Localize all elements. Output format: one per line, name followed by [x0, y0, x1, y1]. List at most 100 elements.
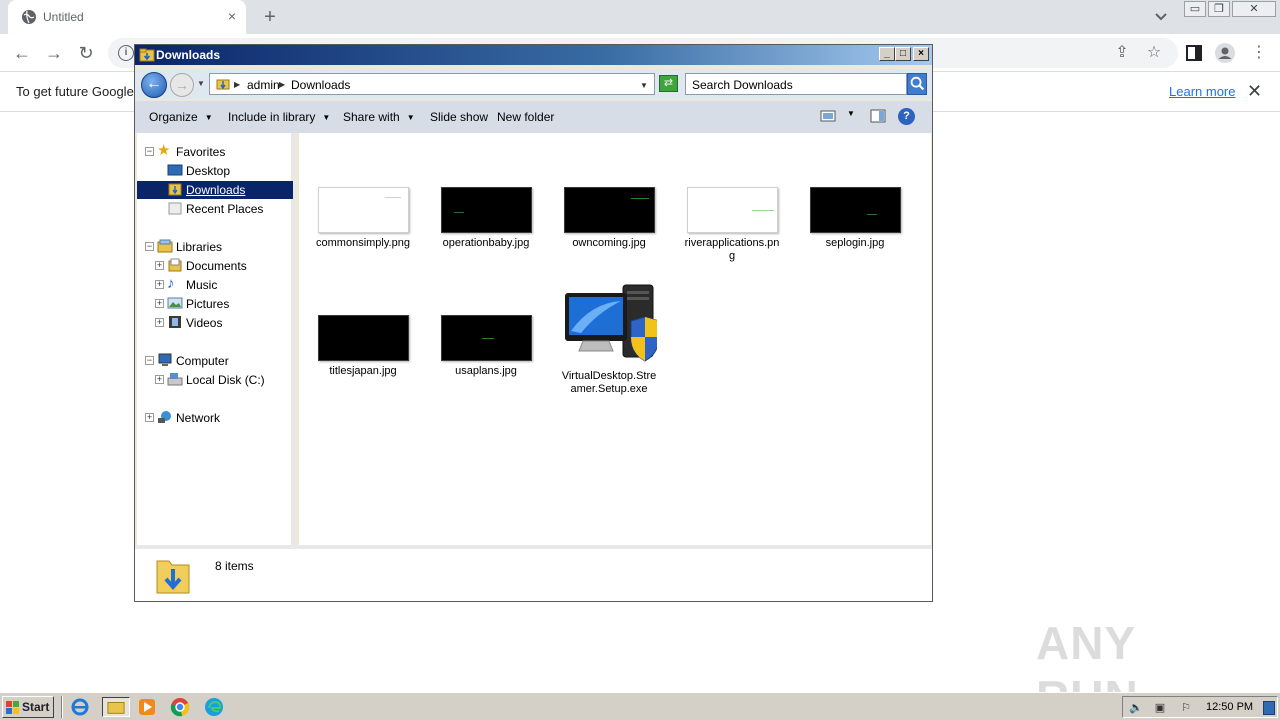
chrome-icon[interactable] — [170, 697, 190, 717]
forward-arrow-icon[interactable]: → — [44, 43, 64, 63]
tab-close-icon[interactable]: × — [224, 8, 240, 24]
item-count: 8 items — [215, 559, 254, 573]
history-dropdown-icon[interactable]: ▼ — [197, 79, 205, 88]
nav-favorites[interactable]: − ★ Favorites — [145, 143, 285, 161]
file-item-virtualdesktop-setup[interactable]: VirtualDesktop.Streamer.Setup.exe — [559, 283, 660, 396]
collapse-icon[interactable]: − — [145, 242, 154, 251]
forward-button[interactable]: → — [170, 73, 194, 97]
back-button[interactable]: ← — [141, 72, 167, 98]
side-panel-icon[interactable] — [1184, 43, 1204, 63]
expand-icon[interactable]: + — [145, 413, 154, 422]
browser-tab[interactable]: Untitled × — [8, 0, 246, 34]
address-field[interactable]: ▶ admin ▶ Downloads ▼ — [209, 73, 655, 95]
organize-label: Organize — [149, 110, 198, 124]
preview-pane-icon[interactable] — [870, 109, 886, 123]
edge-icon[interactable] — [204, 697, 224, 717]
file-item-owncoming[interactable]: owncoming.jpg — [559, 187, 659, 250]
learn-more-link[interactable]: Learn more — [1169, 84, 1235, 99]
file-item-riverapplications[interactable]: riverapplications.png — [682, 187, 782, 263]
nav-documents[interactable]: + Documents — [155, 257, 285, 275]
new-folder-button[interactable]: New folder — [497, 110, 554, 124]
image-thumbnail — [686, 187, 778, 233]
image-thumbnail — [809, 187, 901, 233]
internet-explorer-icon[interactable] — [70, 697, 90, 717]
nav-libraries[interactable]: − Libraries — [145, 238, 285, 256]
include-in-library-label: Include in library — [228, 110, 316, 124]
nav-pictures[interactable]: + Pictures — [155, 295, 285, 313]
browser-restore-button[interactable]: ❐ — [1208, 1, 1230, 17]
file-explorer-icon[interactable] — [102, 697, 130, 717]
new-tab-button[interactable]: + — [258, 6, 282, 28]
maximize-button[interactable]: □ — [895, 47, 911, 61]
expand-icon[interactable]: + — [155, 318, 164, 327]
collapse-icon[interactable]: − — [145, 356, 154, 365]
nav-network[interactable]: + Network — [145, 409, 285, 427]
browser-minimize-button[interactable]: ▭ — [1184, 1, 1206, 17]
share-with-menu[interactable]: Share with ▼ — [343, 110, 415, 124]
organize-menu[interactable]: Organize ▼ — [149, 110, 213, 124]
nav-computer-label: Computer — [176, 354, 229, 368]
file-item-usaplans[interactable]: usaplans.jpg — [436, 315, 536, 378]
file-item-titlesjapan[interactable]: titlesjapan.jpg — [313, 315, 413, 378]
expand-icon[interactable]: + — [155, 375, 164, 384]
explorer-titlebar[interactable]: Downloads _ □ × — [135, 45, 932, 65]
file-item-commonsimply[interactable]: commonsimply.png — [313, 187, 413, 250]
nav-downloads[interactable]: Downloads — [137, 181, 293, 199]
breadcrumb-separator-icon[interactable]: ▶ — [234, 80, 240, 89]
clock[interactable]: 12:50 PM — [1206, 701, 1253, 713]
breadcrumb-downloads[interactable]: Downloads — [291, 78, 350, 92]
expand-icon[interactable]: + — [155, 280, 164, 289]
file-item-operationbaby[interactable]: operationbaby.jpg — [436, 187, 536, 250]
nav-local-disk[interactable]: + Local Disk (C:) — [155, 371, 285, 389]
action-center-flag-icon[interactable]: ⚐ — [1179, 701, 1193, 715]
image-thumbnail — [440, 315, 532, 361]
libraries-icon — [157, 239, 173, 253]
start-button[interactable]: Start — [2, 696, 54, 718]
nav-music[interactable]: + ♪ Music — [155, 276, 285, 294]
browser-close-button[interactable]: ✕ — [1232, 1, 1276, 17]
file-name: VirtualDesktop.Streamer.Setup.exe — [561, 370, 657, 395]
change-view-icon[interactable] — [820, 109, 836, 123]
nav-recent-places[interactable]: Recent Places — [145, 200, 285, 218]
info-icon[interactable]: i — [118, 45, 134, 61]
breadcrumb-separator-icon[interactable]: ▶ — [279, 80, 285, 89]
nav-videos[interactable]: + Videos — [155, 314, 285, 332]
file-item-seplogin[interactable]: seplogin.jpg — [805, 187, 905, 250]
chevron-down-icon[interactable] — [1151, 8, 1171, 26]
help-icon[interactable]: ? — [898, 108, 915, 125]
collapse-icon[interactable]: − — [145, 147, 154, 156]
media-player-icon[interactable] — [137, 697, 157, 717]
nav-local-disk-label: Local Disk (C:) — [186, 373, 265, 387]
infobar-close-icon[interactable]: ✕ — [1247, 81, 1262, 102]
slide-show-button[interactable]: Slide show — [430, 110, 488, 124]
minimize-button[interactable]: _ — [879, 47, 895, 61]
command-bar: Organize ▼ Include in library ▼ Share with… — [135, 101, 932, 133]
nav-desktop[interactable]: Desktop — [145, 162, 285, 180]
profile-avatar-icon[interactable] — [1215, 43, 1235, 63]
nav-pictures-label: Pictures — [186, 297, 230, 311]
image-thumbnail — [317, 187, 409, 233]
search-icon[interactable] — [907, 73, 927, 95]
search-input[interactable]: Search Downloads — [685, 73, 907, 95]
nav-computer[interactable]: − Computer — [145, 352, 285, 370]
reload-icon[interactable]: ↻ — [76, 43, 96, 63]
file-list: commonsimply.png operationbaby.jpg ownco… — [299, 133, 931, 545]
view-options-icon[interactable]: ▼ — [847, 109, 855, 118]
share-icon[interactable]: ⇪ — [1112, 43, 1132, 63]
details-pane: 8 items — [135, 545, 932, 601]
refresh-icon[interactable]: ⇄ — [659, 75, 678, 92]
kebab-menu-icon[interactable]: ⋮ — [1249, 43, 1269, 63]
address-dropdown-icon[interactable]: ▼ — [640, 81, 648, 90]
show-desktop-icon[interactable] — [1263, 701, 1275, 715]
file-name: operationbaby.jpg — [442, 237, 530, 249]
back-arrow-icon[interactable]: ← — [12, 43, 32, 63]
breadcrumb-admin[interactable]: admin — [247, 78, 280, 92]
network-tray-icon[interactable]: ▣ — [1153, 701, 1167, 715]
close-button[interactable]: × — [913, 47, 929, 61]
expand-icon[interactable]: + — [155, 299, 164, 308]
expand-icon[interactable]: + — [155, 261, 164, 270]
bookmark-star-icon[interactable]: ☆ — [1144, 43, 1164, 63]
volume-icon[interactable]: 🔈 — [1129, 701, 1143, 715]
include-in-library-menu[interactable]: Include in library ▼ — [228, 110, 330, 124]
file-name: owncoming.jpg — [572, 237, 646, 249]
